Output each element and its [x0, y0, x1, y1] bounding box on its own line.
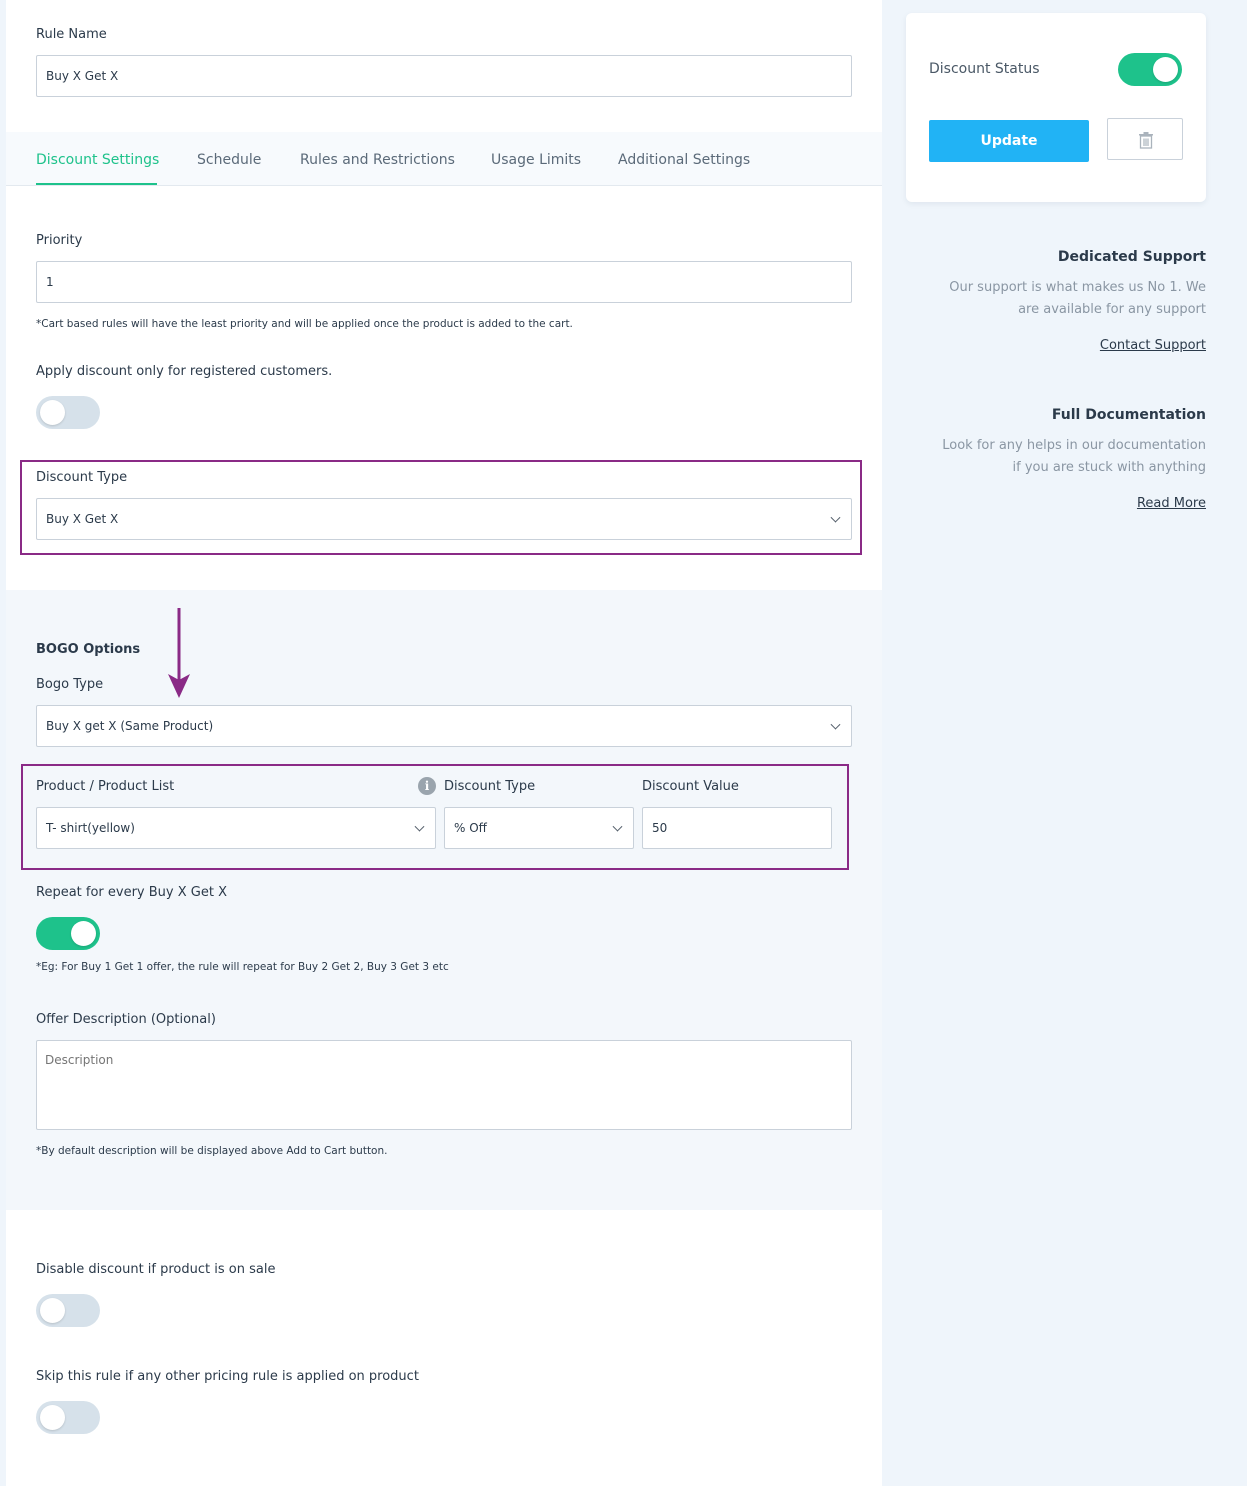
- chevron-down-icon: [830, 512, 841, 523]
- tab-usage-limits[interactable]: Usage Limits: [491, 152, 581, 168]
- docs-title: Full Documentation: [1051, 407, 1206, 423]
- discount-type-select[interactable]: Buy X Get X: [36, 498, 852, 540]
- discount-value-label: Discount Value: [642, 779, 739, 794]
- chevron-down-icon: [830, 719, 841, 730]
- support-line-1: Our support is what makes us No 1. We: [949, 280, 1206, 295]
- repeat-label: Repeat for every Buy X Get X: [36, 885, 227, 900]
- rule-name-input[interactable]: Buy X Get X: [36, 55, 852, 97]
- priority-label: Priority: [36, 233, 83, 248]
- toggle-knob: [1153, 57, 1178, 82]
- docs-line-2: if you are stuck with anything: [1012, 460, 1206, 475]
- registered-only-toggle[interactable]: [36, 396, 100, 429]
- repeat-toggle[interactable]: [36, 917, 100, 950]
- offer-description-textarea[interactable]: [36, 1040, 852, 1130]
- discount-type-value: Buy X Get X: [46, 512, 119, 526]
- tab-schedule[interactable]: Schedule: [197, 152, 261, 168]
- disable-on-sale-toggle[interactable]: [36, 1294, 100, 1327]
- active-tab-indicator: [36, 183, 157, 185]
- offer-description-note: *By default description will be displaye…: [36, 1145, 388, 1157]
- bogo-heading: BOGO Options: [36, 642, 141, 657]
- rule-name-label: Rule Name: [36, 27, 107, 42]
- bogo-discount-type-value: % Off: [454, 821, 487, 835]
- priority-input[interactable]: 1: [36, 261, 852, 303]
- discount-status-label: Discount Status: [929, 61, 1040, 77]
- arrow-down-icon: [168, 608, 190, 698]
- bogo-type-label: Bogo Type: [36, 677, 104, 692]
- tab-rules-and-restrictions[interactable]: Rules and Restrictions: [300, 152, 455, 168]
- bogo-options-section: BOGO Options Bogo Type Buy X get X (Same…: [6, 590, 882, 1210]
- registered-only-label: Apply discount only for registered custo…: [36, 364, 333, 379]
- priority-note: *Cart based rules will have the least pr…: [36, 318, 573, 330]
- repeat-note: *Eg: For Buy 1 Get 1 offer, the rule wil…: [36, 961, 449, 973]
- discount-type-label: Discount Type: [36, 470, 128, 485]
- bogo-discount-type-label: Discount Type: [444, 779, 536, 794]
- tab-discount-settings[interactable]: Discount Settings: [36, 152, 159, 168]
- product-value: T- shirt(yellow): [46, 821, 135, 835]
- update-button[interactable]: Update: [929, 120, 1089, 162]
- tabs-bar: Discount Settings Schedule Rules and Res…: [6, 132, 882, 186]
- settings-panel: Rule Name Buy X Get X Discount Settings …: [6, 0, 882, 1486]
- bogo-type-value: Buy X get X (Same Product): [46, 719, 214, 733]
- offer-description-label: Offer Description (Optional): [36, 1012, 216, 1027]
- discount-status-toggle[interactable]: [1118, 53, 1182, 86]
- toggle-knob: [40, 1298, 65, 1323]
- chevron-down-icon: [414, 821, 425, 832]
- tab-additional-settings[interactable]: Additional Settings: [618, 152, 750, 168]
- support-title: Dedicated Support: [1057, 249, 1206, 265]
- info-icon[interactable]: i: [418, 777, 436, 795]
- contact-support-link[interactable]: Contact Support: [906, 338, 1206, 353]
- discount-status-card: Discount Status Update: [906, 13, 1206, 202]
- skip-rule-label: Skip this rule if any other pricing rule…: [36, 1369, 419, 1384]
- bogo-discount-type-select[interactable]: % Off: [444, 807, 634, 849]
- chevron-down-icon: [612, 821, 623, 832]
- support-line-2: are available for any support: [1018, 302, 1206, 317]
- bogo-type-select[interactable]: Buy X get X (Same Product): [36, 705, 852, 747]
- toggle-knob: [71, 921, 96, 946]
- read-more-link[interactable]: Read More: [906, 496, 1206, 511]
- delete-button[interactable]: [1107, 118, 1183, 160]
- discount-value-input[interactable]: 50: [642, 807, 832, 849]
- product-list-label: Product / Product List: [36, 779, 175, 794]
- disable-on-sale-label: Disable discount if product is on sale: [36, 1262, 276, 1277]
- trash-icon: [1139, 132, 1153, 149]
- product-select[interactable]: T- shirt(yellow): [36, 807, 436, 849]
- docs-line-1: Look for any helps in our documentation: [942, 438, 1206, 453]
- toggle-knob: [40, 1405, 65, 1430]
- toggle-knob: [40, 400, 65, 425]
- skip-rule-toggle[interactable]: [36, 1401, 100, 1434]
